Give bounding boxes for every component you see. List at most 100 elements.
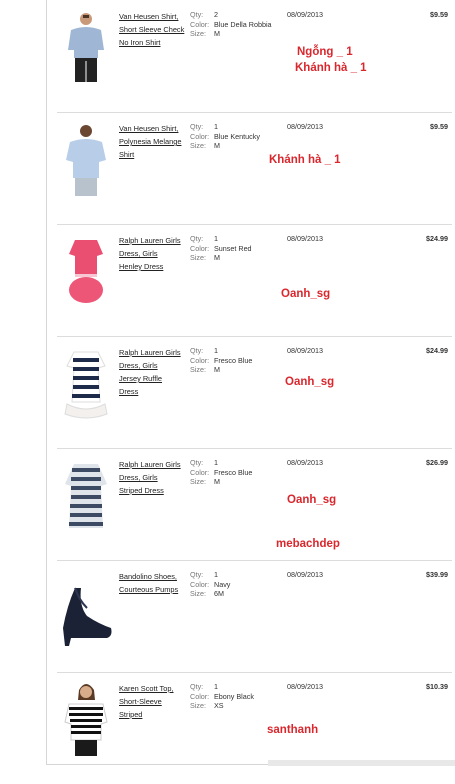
product-image[interactable]: [57, 566, 115, 646]
handwritten-note: Khánh hà _ 1: [295, 62, 367, 74]
qty-label: Qty:: [190, 10, 204, 19]
item-price: $10.39: [426, 682, 448, 691]
product-name-line[interactable]: No Iron Shirt: [119, 36, 187, 49]
color-value: Ebony Black: [214, 691, 254, 701]
qty-value: 1: [214, 346, 218, 355]
qty-label: Qty:: [190, 234, 204, 243]
product-image[interactable]: [57, 342, 115, 422]
product-image[interactable]: [57, 678, 115, 758]
product-name-line[interactable]: Van Heusen Shirt,: [119, 10, 187, 23]
product-name-line[interactable]: Ralph Lauren Girls: [119, 234, 187, 247]
order-date: 08/09/2013: [287, 682, 323, 691]
color-value: Blue Kentucky: [214, 131, 260, 141]
product-name-line[interactable]: Dress, Girls: [119, 471, 187, 484]
order-date: 08/09/2013: [287, 122, 323, 131]
product-name-link[interactable]: Ralph Lauren Girls Dress, Girls Henley D…: [119, 234, 187, 273]
product-name-line[interactable]: Bandolino Shoes,: [119, 570, 187, 583]
item-price: $9.59: [430, 122, 448, 131]
qty-label: Qty:: [190, 346, 204, 355]
product-name-line[interactable]: Henley Dress: [119, 260, 187, 273]
item-price: $26.99: [426, 458, 448, 467]
product-name-line[interactable]: Dress, Girls: [119, 247, 187, 260]
order-item-row: Van Heusen Shirt, Short Sleeve Check No …: [57, 0, 452, 113]
order-items-panel: Van Heusen Shirt, Short Sleeve Check No …: [46, 0, 452, 765]
order-date: 08/09/2013: [287, 346, 323, 355]
order-item-row: Karen Scott Top, Short-Sleeve Striped Qt…: [57, 672, 452, 784]
product-name-link[interactable]: Van Heusen Shirt, Short Sleeve Check No …: [119, 10, 187, 49]
product-name-line[interactable]: Van Heusen Shirt,: [119, 122, 187, 135]
color-label: Color:: [190, 579, 210, 589]
product-name-link[interactable]: Van Heusen Shirt, Polynesia Melange Shir…: [119, 122, 187, 161]
product-attributes: Qty: 1 Color: Blue Kentucky Size: M: [190, 122, 260, 151]
product-name-line[interactable]: Shirt: [119, 148, 187, 161]
color-label: Color:: [190, 19, 210, 29]
size-value: M: [214, 141, 220, 150]
product-name-link[interactable]: Ralph Lauren Girls Dress, Girls Jersey R…: [119, 346, 187, 398]
handwritten-note: Khánh hà _ 1: [269, 154, 341, 166]
product-name-link[interactable]: Bandolino Shoes, Courteous Pumps: [119, 570, 187, 596]
qty-value: 1: [214, 682, 218, 691]
order-item-row: Van Heusen Shirt, Polynesia Melange Shir…: [57, 112, 452, 225]
product-name-line[interactable]: Karen Scott Top,: [119, 682, 187, 695]
size-value: M: [214, 253, 220, 262]
size-label: Size:: [190, 141, 206, 150]
size-label: Size:: [190, 477, 206, 486]
order-date: 08/09/2013: [287, 234, 323, 243]
item-price: $9.59: [430, 10, 448, 19]
product-name-line[interactable]: Striped: [119, 708, 187, 721]
product-image[interactable]: [57, 118, 115, 198]
size-label: Size:: [190, 365, 206, 374]
color-value: Sunset Red: [214, 243, 252, 253]
size-label: Size:: [190, 701, 206, 710]
product-image[interactable]: [57, 454, 115, 534]
product-image[interactable]: [57, 230, 115, 310]
order-item-row: Ralph Lauren Girls Dress, Girls Jersey R…: [57, 336, 452, 449]
handwritten-note: mebachdep: [276, 538, 340, 550]
product-name-line[interactable]: Ralph Lauren Girls: [119, 458, 187, 471]
color-label: Color:: [190, 355, 210, 365]
item-price: $39.99: [426, 570, 448, 579]
handwritten-note: Ngỗng _ 1: [297, 46, 353, 58]
color-label: Color:: [190, 243, 210, 253]
color-value: Fresco Blue: [214, 355, 253, 365]
product-attributes: Qty: 1 Color: Ebony Black Size: XS: [190, 682, 254, 711]
product-attributes: Qty: 2 Color: Blue Della Robbia Size: M: [190, 10, 272, 39]
product-attributes: Qty: 1 Color: Navy Size: 6M: [190, 570, 230, 599]
color-value: Fresco Blue: [214, 467, 253, 477]
handwritten-note: Oanh_sg: [281, 288, 331, 300]
product-name-line[interactable]: Dress: [119, 385, 187, 398]
size-value: M: [214, 365, 220, 374]
qty-value: 1: [214, 234, 218, 243]
handwritten-note: Oanh_sg: [287, 494, 337, 506]
order-date: 08/09/2013: [287, 458, 323, 467]
product-name-line[interactable]: Ralph Lauren Girls: [119, 346, 187, 359]
product-name-link[interactable]: Karen Scott Top, Short-Sleeve Striped: [119, 682, 187, 721]
qty-value: 2: [214, 10, 218, 19]
size-value: 6M: [214, 589, 224, 598]
size-label: Size:: [190, 589, 206, 598]
qty-value: 1: [214, 122, 218, 131]
qty-value: 1: [214, 570, 218, 579]
color-label: Color:: [190, 131, 210, 141]
product-name-line[interactable]: Short-Sleeve: [119, 695, 187, 708]
item-price: $24.99: [426, 234, 448, 243]
size-value: M: [214, 29, 220, 38]
product-name-line[interactable]: Polynesia Melange: [119, 135, 187, 148]
product-name-line[interactable]: Jersey Ruffle: [119, 372, 187, 385]
order-item-row: Bandolino Shoes, Courteous Pumps Qty: 1 C…: [57, 560, 452, 673]
order-item-row: Ralph Lauren Girls Dress, Girls Henley D…: [57, 224, 452, 337]
product-attributes: Qty: 1 Color: Sunset Red Size: M: [190, 234, 252, 263]
color-value: Navy: [214, 579, 231, 589]
handwritten-note: santhanh: [267, 724, 319, 736]
product-name-line[interactable]: Striped Dress: [119, 484, 187, 497]
horizontal-scrollbar[interactable]: [268, 760, 455, 766]
product-image[interactable]: [57, 6, 115, 86]
product-name-line[interactable]: Short Sleeve Check: [119, 23, 187, 36]
size-value: XS: [214, 701, 224, 710]
color-value: Blue Della Robbia: [214, 19, 272, 29]
product-attributes: Qty: 1 Color: Fresco Blue Size: M: [190, 458, 252, 487]
product-name-link[interactable]: Ralph Lauren Girls Dress, Girls Striped …: [119, 458, 187, 497]
color-label: Color:: [190, 691, 210, 701]
product-name-line[interactable]: Courteous Pumps: [119, 583, 187, 596]
product-name-line[interactable]: Dress, Girls: [119, 359, 187, 372]
